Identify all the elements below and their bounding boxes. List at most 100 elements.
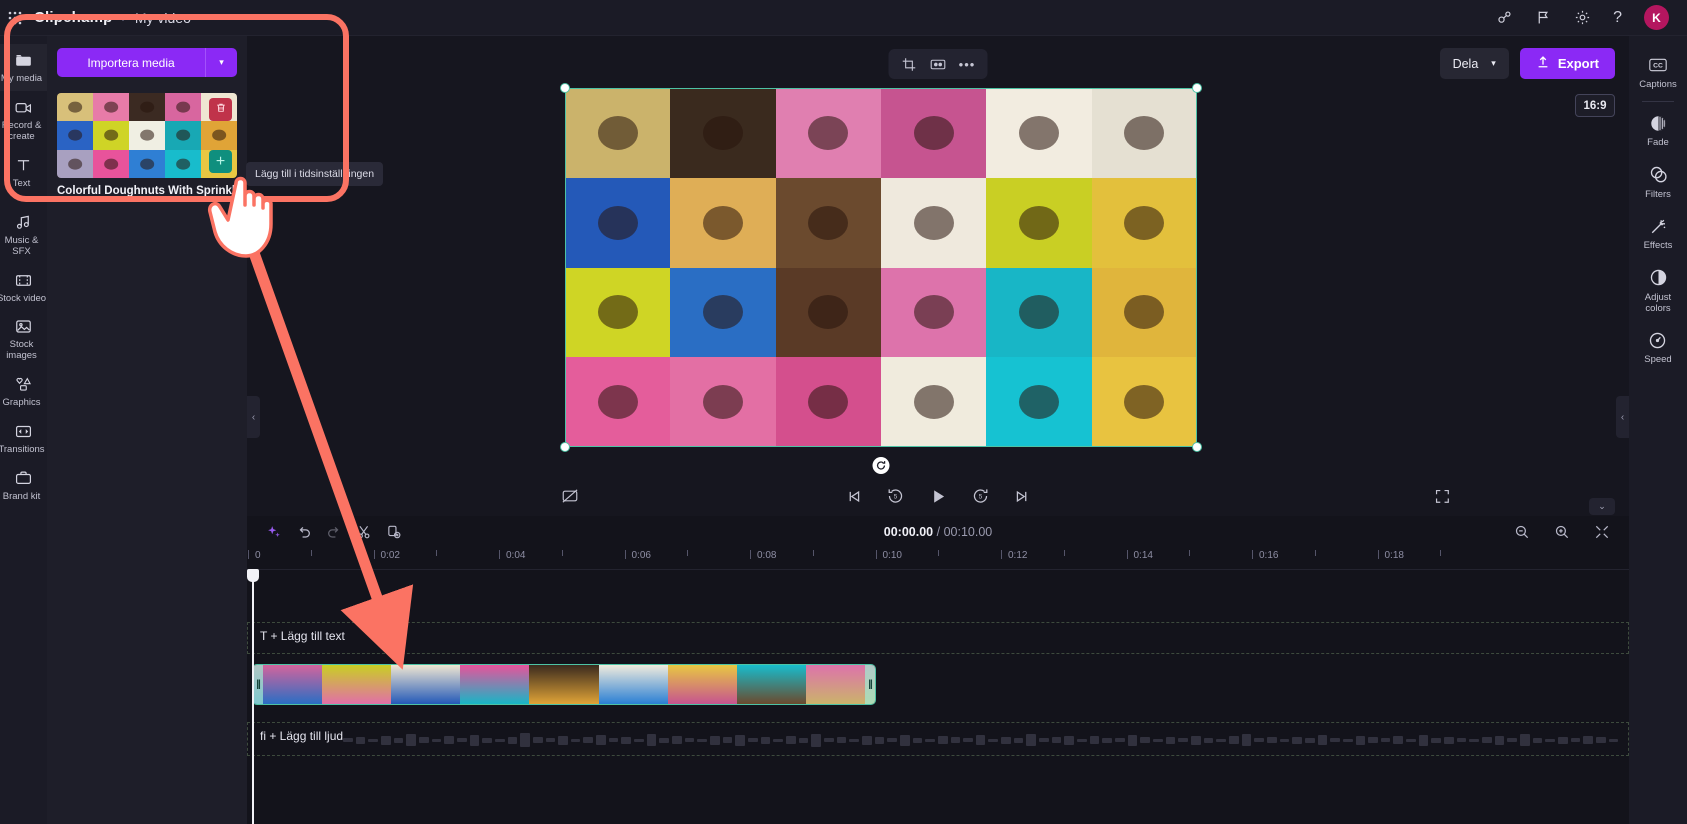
sidebar-item-record-create[interactable]: Record & create: [0, 91, 47, 149]
resize-handle-bottom-right[interactable]: [1193, 443, 1201, 451]
import-media-button[interactable]: Importera media: [57, 48, 205, 77]
help-icon[interactable]: ?: [1613, 9, 1622, 26]
forward-5s-icon[interactable]: 5: [972, 487, 990, 505]
speed-gauge-icon: [1648, 330, 1667, 350]
brand-name[interactable]: Clipchamp: [34, 9, 112, 26]
sidebar-item-transitions[interactable]: Transitions: [0, 415, 47, 462]
resize-handle-bottom-left[interactable]: [561, 443, 569, 451]
media-thumbnail[interactable]: +: [57, 93, 237, 178]
zoom-in-icon[interactable]: [1547, 520, 1577, 544]
more-options-icon[interactable]: •••: [954, 52, 981, 76]
project-menu-chevron-icon[interactable]: ▾: [198, 12, 203, 23]
text-track[interactable]: T + Lägg till text: [247, 622, 1629, 654]
property-item-speed[interactable]: Speed: [1644, 321, 1672, 372]
ai-sparkle-icon[interactable]: [259, 520, 289, 544]
ruler-tick: 0:08: [750, 550, 776, 561]
collapse-panel-right-button[interactable]: ‹: [1616, 396, 1629, 438]
fit-fill-icon[interactable]: [925, 52, 952, 76]
import-media-chevron-icon[interactable]: ▾: [205, 48, 237, 77]
property-item-label: Captions: [1639, 79, 1677, 90]
fit-timeline-icon[interactable]: [1587, 520, 1617, 544]
skip-to-start-icon[interactable]: [846, 488, 863, 505]
play-icon[interactable]: [929, 487, 948, 506]
rotate-handle-icon[interactable]: [872, 457, 890, 474]
property-item-effects[interactable]: Effects: [1643, 207, 1673, 258]
resize-handle-top-right[interactable]: [1193, 84, 1201, 92]
sidebar-item-label: Transitions: [0, 444, 45, 456]
film-strip-icon: [14, 271, 33, 290]
playhead[interactable]: [248, 569, 258, 824]
ruler-tick: 0:16: [1252, 550, 1278, 561]
redo-icon[interactable]: [319, 520, 349, 544]
stage-actions: Dela ▾ Export: [1439, 48, 1615, 79]
brand-kit-icon: [14, 469, 33, 488]
preview-toolbar: •••: [888, 49, 988, 79]
share-connect-icon[interactable]: [1496, 9, 1513, 26]
split-scissors-icon[interactable]: [349, 520, 379, 544]
media-item-card[interactable]: + Colorful Doughnuts With Sprinkles: [57, 93, 237, 197]
property-item-label: Effects: [1643, 240, 1673, 252]
add-to-timeline-button[interactable]: +: [209, 150, 232, 173]
sidebar-divider: [1642, 101, 1674, 103]
zoom-out-icon[interactable]: [1507, 520, 1537, 544]
header-separator: ›: [121, 10, 126, 25]
music-note-icon: [14, 213, 33, 232]
timeline-ruler[interactable]: 0 0:02 0:04 0:06 0:08 0:10 0:12 0:14 0:16 0:18: [247, 548, 1629, 570]
sidebar-item-label: Graphics: [2, 397, 41, 409]
resize-handle-top-left[interactable]: [561, 84, 569, 92]
rewind-5s-icon[interactable]: 5: [887, 487, 905, 505]
shapes-icon: [13, 375, 34, 394]
undo-icon[interactable]: [289, 520, 319, 544]
skip-to-end-icon[interactable]: [1014, 488, 1031, 505]
camera-icon: [14, 98, 33, 117]
audio-track[interactable]: fi + Lägg till ljud: [247, 722, 1629, 756]
header-actions: ? K: [1496, 5, 1687, 30]
ruler-tick: 0:10: [875, 550, 902, 561]
property-item-filters[interactable]: Filters: [1645, 156, 1671, 207]
svg-text:5: 5: [894, 494, 898, 501]
project-title[interactable]: My video: [135, 10, 191, 26]
clip-trim-handle-right[interactable]: ||: [865, 665, 875, 704]
sidebar-item-music-sfx[interactable]: Music & SFX: [0, 206, 47, 264]
time-separator: /: [936, 525, 941, 539]
avatar[interactable]: K: [1644, 5, 1669, 30]
collapse-panel-left-button[interactable]: ‹: [247, 396, 260, 438]
import-media-row: Importera media ▾: [57, 48, 237, 77]
video-preview-canvas[interactable]: [561, 84, 1201, 474]
fullscreen-icon[interactable]: [1434, 488, 1451, 505]
ruler-tick: 0:02: [373, 550, 400, 561]
preview-stage: ••• Dela ▾ Export 16:9 5 5 ‹ ‹: [247, 36, 1629, 516]
current-time: 00:00.00: [883, 525, 934, 539]
duplicate-icon[interactable]: [379, 520, 409, 544]
aspect-ratio-badge[interactable]: 16:9: [1575, 94, 1615, 117]
export-button[interactable]: Export: [1519, 48, 1615, 79]
crop-icon[interactable]: [896, 52, 923, 76]
delete-media-button[interactable]: [209, 98, 232, 121]
properties-sidebar: CC Captions Fade Filters Effects Adjust …: [1629, 36, 1687, 824]
flag-feedback-icon[interactable]: [1535, 9, 1552, 26]
waffle-grid-icon[interactable]: [0, 11, 30, 25]
text-track-label[interactable]: T + Lägg till text: [248, 623, 1628, 643]
sidebar-item-stock-video[interactable]: Stock video: [0, 264, 47, 311]
video-clip[interactable]: || ||: [252, 664, 876, 705]
preview-image: [565, 88, 1197, 447]
sidebar-item-my-media[interactable]: My media: [0, 44, 47, 91]
captions-off-icon[interactable]: [561, 488, 579, 504]
sidebar-item-brand-kit[interactable]: Brand kit: [0, 462, 47, 509]
share-button[interactable]: Dela ▾: [1439, 48, 1509, 79]
filters-icon: [1649, 165, 1668, 185]
ruler-tick: 0:04: [499, 550, 525, 561]
clipchamp-editor: Clipchamp › My video ▾ ? K My media Reco…: [0, 0, 1687, 824]
timeline-time-display: 00:00.00 / 00:10.00: [884, 525, 992, 539]
adjust-colors-icon: [1649, 268, 1668, 288]
settings-gear-icon[interactable]: [1574, 9, 1591, 26]
clip-trim-handle-left[interactable]: ||: [253, 665, 263, 704]
closed-captions-icon: CC: [1648, 55, 1668, 75]
property-item-captions[interactable]: CC Captions: [1639, 46, 1677, 97]
sidebar-item-stock-images[interactable]: Stock images: [0, 310, 47, 368]
timeline-collapse-button[interactable]: ⌄: [1589, 498, 1615, 515]
property-item-fade[interactable]: Fade: [1647, 104, 1669, 155]
sidebar-item-graphics[interactable]: Graphics: [0, 368, 47, 415]
property-item-adjust-colors[interactable]: Adjust colors: [1645, 259, 1671, 322]
sidebar-item-text[interactable]: Text: [0, 149, 47, 196]
